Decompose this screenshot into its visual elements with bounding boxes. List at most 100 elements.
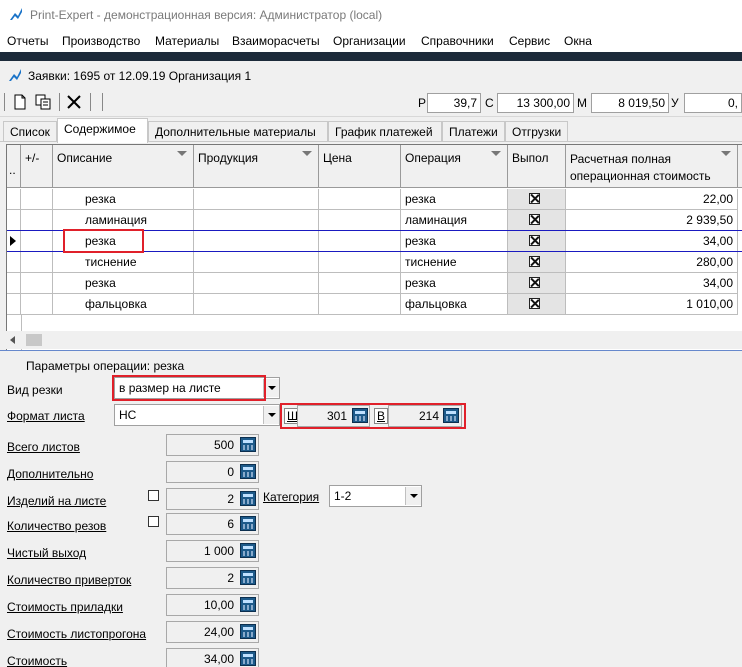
table-row[interactable]: фальцовка фальцовка 1 010,00 [7, 294, 742, 315]
cuts-count-checkbox[interactable] [148, 516, 159, 527]
calculator-icon[interactable] [443, 408, 459, 423]
menu-windows[interactable]: Окна [564, 34, 592, 48]
cost-cell[interactable]: 34,00 [566, 273, 738, 294]
tab-payments[interactable]: Платежи [442, 121, 505, 142]
scroll-thumb[interactable] [26, 334, 42, 346]
table-row[interactable]: тиснение тиснение 280,00 [7, 252, 742, 273]
menu-organizations[interactable]: Организации [333, 34, 406, 48]
checkbox-checked-icon[interactable] [529, 298, 540, 309]
column-header-description[interactable]: Описание [53, 145, 194, 188]
product-cell[interactable] [194, 210, 319, 231]
calculator-icon[interactable] [240, 437, 256, 452]
product-cell[interactable] [194, 189, 319, 210]
operation-cell[interactable]: резка [401, 273, 508, 294]
cost-cell[interactable]: 34,00 [566, 231, 738, 252]
product-cell[interactable] [194, 231, 319, 252]
sheet-format-label[interactable]: Формат листа [7, 409, 85, 423]
calculator-icon[interactable] [240, 516, 256, 531]
operation-cell[interactable]: резка [401, 231, 508, 252]
calculator-icon[interactable] [240, 624, 256, 639]
done-cell[interactable] [508, 189, 566, 210]
tab-payment-schedule[interactable]: График платежей [328, 121, 442, 142]
chevron-down-icon[interactable] [263, 406, 279, 424]
items-per-sheet-label[interactable]: Изделий на листе [7, 494, 106, 508]
price-cell[interactable] [319, 294, 401, 315]
summary-m-field[interactable]: 8 019,50 [591, 93, 669, 113]
tab-additional-materials[interactable]: Дополнительные материалы [148, 121, 328, 142]
column-header-product[interactable]: Продукция [194, 145, 319, 188]
calculator-icon[interactable] [240, 570, 256, 585]
checkbox-checked-icon[interactable] [529, 235, 540, 246]
price-cell[interactable] [319, 231, 401, 252]
done-cell[interactable] [508, 294, 566, 315]
column-header-plusminus[interactable]: +/- [21, 145, 53, 188]
description-cell[interactable]: резка [53, 273, 194, 294]
cost-label[interactable]: Стоимость [7, 654, 67, 667]
product-cell[interactable] [194, 273, 319, 294]
price-cell[interactable] [319, 189, 401, 210]
copy-icon[interactable] [34, 93, 52, 111]
description-cell[interactable]: ламинация [53, 210, 194, 231]
cuts-count-label[interactable]: Количество резов [7, 519, 106, 533]
column-header-done[interactable]: Выпол [508, 145, 566, 188]
plusminus-cell[interactable] [21, 189, 53, 210]
column-header-cost[interactable]: Расчетная полная операционная стоимость [566, 145, 738, 188]
operation-cell[interactable]: резка [401, 189, 508, 210]
row-indicator[interactable] [7, 210, 21, 231]
cost-cell[interactable]: 280,00 [566, 252, 738, 273]
calculator-icon[interactable] [240, 543, 256, 558]
additional-label[interactable]: Дополнительно [7, 467, 93, 481]
operation-cell[interactable]: фальцовка [401, 294, 508, 315]
scroll-left-icon[interactable] [10, 336, 15, 344]
product-cell[interactable] [194, 252, 319, 273]
price-cell[interactable] [319, 252, 401, 273]
calculator-icon[interactable] [240, 464, 256, 479]
cost-cell[interactable]: 22,00 [566, 189, 738, 210]
chevron-down-icon[interactable] [405, 487, 421, 505]
tie-count-label[interactable]: Количество приверток [7, 573, 131, 587]
delete-icon[interactable] [65, 93, 83, 111]
product-cell[interactable] [194, 294, 319, 315]
operation-cell[interactable]: ламинация [401, 210, 508, 231]
menu-reports[interactable]: Отчеты [7, 34, 48, 48]
plusminus-cell[interactable] [21, 210, 53, 231]
cost-cell[interactable]: 2 939,50 [566, 210, 738, 231]
horizontal-scrollbar[interactable] [6, 331, 742, 349]
row-indicator[interactable] [7, 294, 21, 315]
calculator-icon[interactable] [240, 651, 256, 666]
checkbox-checked-icon[interactable] [529, 214, 540, 225]
net-output-label[interactable]: Чистый выход [7, 546, 86, 560]
description-cell[interactable]: тиснение [53, 252, 194, 273]
operation-cell[interactable]: тиснение [401, 252, 508, 273]
tab-content[interactable]: Содержимое [57, 118, 148, 143]
row-indicator[interactable] [7, 231, 21, 252]
checkbox-checked-icon[interactable] [529, 193, 540, 204]
plusminus-cell[interactable] [21, 231, 53, 252]
plusminus-cell[interactable] [21, 294, 53, 315]
calculator-icon[interactable] [352, 408, 368, 423]
column-header-price[interactable]: Цена [319, 145, 401, 188]
summary-r-field[interactable]: 39,7 [427, 93, 481, 113]
plusminus-cell[interactable] [21, 252, 53, 273]
plusminus-cell[interactable] [21, 273, 53, 294]
row-indicator[interactable] [7, 273, 21, 294]
calculator-icon[interactable] [240, 597, 256, 612]
row-indicator[interactable] [7, 252, 21, 273]
sheet-pass-cost-label[interactable]: Стоимость листопрогона [7, 627, 146, 641]
done-cell[interactable] [508, 210, 566, 231]
summary-u-field[interactable]: 0, [684, 93, 742, 113]
menu-materials[interactable]: Материалы [155, 34, 219, 48]
calculator-icon[interactable] [240, 491, 256, 506]
tab-shipments[interactable]: Отгрузки [505, 121, 568, 142]
done-cell[interactable] [508, 273, 566, 294]
height-label[interactable]: В [374, 408, 389, 424]
description-cell[interactable]: резка [53, 189, 194, 210]
new-document-icon[interactable] [11, 93, 29, 111]
table-row[interactable]: резка резка 22,00 [7, 189, 742, 210]
row-indicator[interactable] [7, 189, 21, 210]
table-row[interactable]: ламинация ламинация 2 939,50 [7, 210, 742, 231]
checkbox-checked-icon[interactable] [529, 256, 540, 267]
summary-c-field[interactable]: 13 300,00 [497, 93, 574, 113]
menu-references[interactable]: Справочники [421, 34, 494, 48]
done-cell[interactable] [508, 252, 566, 273]
